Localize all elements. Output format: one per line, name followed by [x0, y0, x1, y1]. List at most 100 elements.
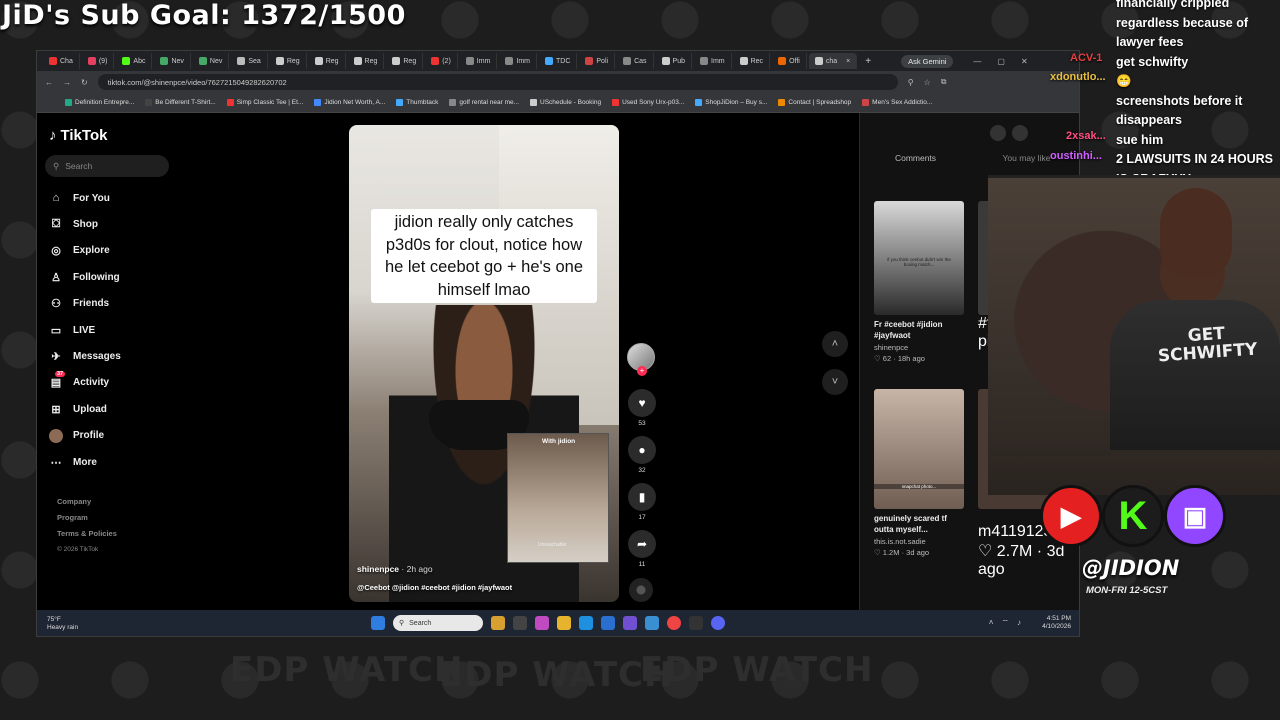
browser-tab[interactable]: Sea [231, 53, 268, 69]
widgets-icon[interactable] [491, 616, 505, 630]
browser-tab[interactable]: Rec [734, 53, 771, 69]
browser-tab[interactable]: Abc [116, 53, 153, 69]
sidebar-item-profile[interactable]: Profile [49, 423, 121, 449]
sidebar-item-shop[interactable]: ⛋ Shop [49, 211, 121, 237]
search-input[interactable]: ⚲ Search [45, 155, 169, 177]
previous-video-button[interactable]: ˄ [822, 331, 848, 357]
app-icon[interactable] [623, 616, 637, 630]
next-video-button[interactable]: ˅ [822, 369, 848, 395]
browser-tab[interactable]: Cha [43, 53, 80, 69]
forward-icon[interactable]: → [63, 78, 71, 87]
taskbar-search[interactable]: ⚲ Search [393, 615, 483, 631]
phone-icon[interactable] [1012, 125, 1028, 141]
minimize-icon[interactable]: — [973, 57, 981, 66]
close-icon[interactable]: ✕ [1021, 57, 1028, 66]
chrome-icon[interactable] [667, 616, 681, 630]
app-icon[interactable] [645, 616, 659, 630]
follow-plus-icon[interactable]: + [637, 366, 647, 376]
browser-tab[interactable]: (9) [82, 53, 115, 69]
bookmark-star-icon[interactable]: ☆ [924, 78, 931, 87]
chat-message: screenshots before it [1116, 93, 1243, 108]
bookmark-item[interactable]: Thumbtack [396, 98, 438, 106]
wifi-icon[interactable]: ⌔ [1001, 618, 1009, 628]
save-button[interactable]: ▮ 17 [627, 483, 657, 521]
sidebar-item-friends[interactable]: ⚇ Friends [49, 291, 121, 317]
bookmark-item[interactable]: Men's Sex Addictio... [862, 98, 932, 106]
bookmark-item[interactable]: Contact | Spreadshop [778, 98, 851, 106]
bookmark-item[interactable]: golf rental near me... [449, 98, 519, 106]
task-view-icon[interactable] [513, 616, 527, 630]
comment-button[interactable]: ● 32 [627, 436, 657, 474]
sidebar-item-more[interactable]: ⋯ More [49, 449, 121, 475]
browser-tab[interactable]: Imm [499, 53, 537, 69]
copilot-icon[interactable] [535, 616, 549, 630]
footer-link-program[interactable]: Program [57, 510, 117, 526]
browser-tab[interactable]: TDC [539, 53, 578, 69]
sidebar-item-following[interactable]: ♙ Following [49, 264, 121, 290]
browser-tab[interactable]: Nev [154, 53, 191, 69]
sidebar-item-messages[interactable]: ✈ Messages [49, 343, 120, 369]
browser-tab[interactable]: Reg [270, 53, 307, 69]
heart-icon: ♥ [628, 389, 656, 417]
recommended-card[interactable]: snapchat photo... genuinely scared tf ou… [874, 389, 964, 557]
ask-gemini-button[interactable]: Ask Gemini [901, 54, 954, 68]
recommended-card[interactable]: if you think ceebot didn't win the boxin… [874, 201, 964, 363]
card-stats: ♡ 62 · 18h ago [874, 354, 925, 363]
browser-tab[interactable]: Reg [309, 53, 346, 69]
chat-username: xdonutlo... [1050, 71, 1106, 83]
video-author[interactable]: shinenpce · 2h ago [357, 564, 433, 574]
browser-tab[interactable]: Offi [772, 53, 807, 69]
settings-icon[interactable] [990, 125, 1006, 141]
tiktok-logo[interactable]: ♪ TikTok [49, 127, 107, 144]
bookmark-favicon-icon [314, 98, 322, 106]
chevron-up-icon[interactable]: ˄ [989, 618, 994, 628]
like-button[interactable]: ♥ 53 [627, 389, 657, 427]
sidebar-item-explore[interactable]: ◎ Explore [49, 238, 121, 264]
app-icon[interactable] [689, 616, 703, 630]
tab-label: Reg [286, 57, 300, 65]
sidebar-item-for-you[interactable]: ⌂ For You [49, 185, 121, 211]
browser-tab[interactable]: Cas [617, 53, 654, 69]
zoom-icon[interactable]: ⚲ [908, 78, 914, 87]
edge-icon[interactable] [579, 616, 593, 630]
browser-tab[interactable]: (2) [425, 53, 458, 69]
bookmark-item[interactable]: USchedule - Booking [530, 98, 601, 106]
browser-tab[interactable]: Reg [386, 53, 424, 69]
bookmark-item[interactable]: ShopJiDion – Buy s... [695, 98, 767, 106]
browser-tab[interactable]: Imm [694, 53, 732, 69]
reload-icon[interactable]: ↻ [81, 78, 88, 87]
browser-tab[interactable]: Pub [656, 53, 692, 69]
browser-tab[interactable]: Nev [193, 53, 230, 69]
video-player[interactable]: jidion really only catches p3d0s for clo… [349, 125, 619, 602]
bookmark-item[interactable]: Jidion Net Worth, A... [314, 98, 385, 106]
maximize-icon[interactable]: ▢ [997, 57, 1005, 66]
tab-close-icon[interactable]: × [846, 58, 850, 65]
bookmark-item[interactable]: Simp Classic Tee | Et... [226, 98, 303, 106]
new-tab-button[interactable]: + [865, 56, 871, 67]
bookmark-item[interactable]: Be Different T-Shirt... [145, 98, 216, 106]
sidebar-item-upload[interactable]: ⊞ Upload [49, 396, 121, 422]
tab-comments[interactable]: Comments [860, 153, 971, 163]
browser-tab[interactable]: cha × [808, 53, 858, 69]
footer-link-company[interactable]: Company [57, 494, 117, 510]
browser-tab[interactable]: Poli [579, 53, 616, 69]
music-disc-icon[interactable] [629, 578, 653, 602]
extensions-icon[interactable]: ⧉ [941, 77, 947, 87]
start-windows-icon[interactable] [371, 616, 385, 630]
share-button[interactable]: ➦ 11 [627, 530, 657, 568]
sidebar-item-live[interactable]: ▭ LIVE [49, 317, 121, 343]
bookmark-item[interactable]: Definition Entrepre... [65, 98, 134, 106]
back-icon[interactable]: ← [45, 78, 53, 87]
browser-tab[interactable]: Imm [460, 53, 498, 69]
weather-widget[interactable]: 75°F Heavy rain [47, 616, 78, 632]
url-field[interactable]: tiktok.com/@shinenpce/video/762721504928… [97, 74, 898, 90]
volume-icon[interactable]: ♪ [1017, 618, 1021, 628]
store-icon[interactable] [601, 616, 615, 630]
clock[interactable]: 4:51 PM 4/10/2026 [1042, 615, 1071, 631]
browser-tab[interactable]: Reg [348, 53, 385, 69]
sidebar-item-activity[interactable]: ▤ 37 Activity [49, 370, 121, 396]
discord-icon[interactable] [711, 616, 725, 630]
file-explorer-icon[interactable] [557, 616, 571, 630]
bookmark-item[interactable]: Used Sony Urx-p03... [612, 98, 684, 106]
footer-link-terms[interactable]: Terms & Policies [57, 526, 117, 542]
